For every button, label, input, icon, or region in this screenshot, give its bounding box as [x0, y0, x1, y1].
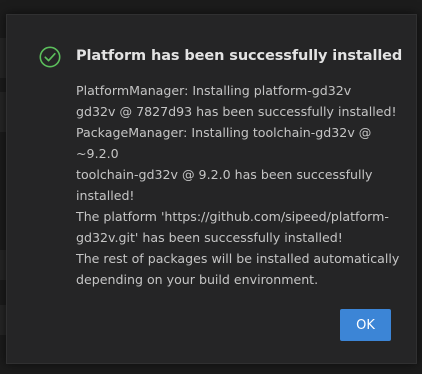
notification-dialog: Platform has been successfully installed…: [6, 14, 417, 364]
message-line: PackageManager: Installing toolchain-gd3…: [76, 125, 372, 140]
dialog-message: PlatformManager: Installing platform-gd3…: [76, 80, 400, 290]
message-line: The rest of packages will be installed a…: [76, 251, 400, 266]
message-line: gd32v.git' has been successfully install…: [76, 230, 343, 245]
message-line: The platform 'https://github.com/sipeed/…: [76, 209, 389, 224]
message-line: installed!: [76, 188, 135, 203]
message-line: depending on your build environment.: [76, 272, 319, 287]
message-line: PlatformManager: Installing platform-gd3…: [76, 83, 352, 98]
dialog-title: Platform has been successfully installed: [76, 48, 403, 64]
message-line: ~9.2.0: [76, 146, 119, 161]
check-circle-icon: [39, 46, 61, 68]
message-line: toolchain-gd32v @ 9.2.0 has been success…: [76, 167, 373, 182]
message-line: gd32v @ 7827d93 has been successfully in…: [76, 104, 397, 119]
ok-button[interactable]: OK: [340, 309, 391, 341]
